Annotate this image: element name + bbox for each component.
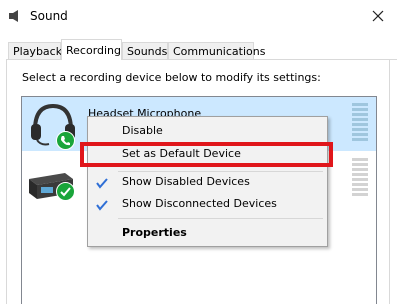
check-badge-icon	[56, 182, 75, 201]
instruction-text: Select a recording device below to modif…	[22, 71, 321, 84]
menu-item-disable[interactable]: Disable	[88, 120, 327, 142]
phone-badge-icon	[56, 131, 75, 150]
menu-item-label: Disable	[122, 124, 163, 137]
speaker-icon	[8, 9, 22, 23]
highlight-annotation	[80, 142, 333, 167]
menu-item-label: Show Disabled Devices	[122, 175, 250, 188]
close-icon	[372, 10, 384, 22]
tab-recording[interactable]: Recording	[61, 39, 122, 60]
tab-playback[interactable]: Playback	[8, 42, 62, 59]
menu-separator	[118, 218, 323, 219]
tab-communications[interactable]: Communications	[168, 42, 265, 59]
checkmark-icon	[96, 197, 108, 219]
window-title: Sound	[30, 9, 68, 23]
level-meter-2	[352, 158, 368, 198]
level-meter-1	[352, 103, 368, 143]
menu-item-label: Properties	[122, 226, 187, 239]
title-bar: Sound	[0, 0, 397, 34]
context-menu: Disable Set as Default Device Show Disab…	[87, 116, 328, 247]
menu-item-label: Show Disconnected Devices	[122, 197, 277, 210]
menu-item-show-disabled[interactable]: Show Disabled Devices	[88, 171, 327, 193]
close-button[interactable]	[361, 0, 397, 34]
menu-item-properties[interactable]: Properties	[88, 222, 327, 244]
menu-item-show-disconnected[interactable]: Show Disconnected Devices	[88, 193, 327, 215]
tab-sounds[interactable]: Sounds	[122, 42, 168, 59]
